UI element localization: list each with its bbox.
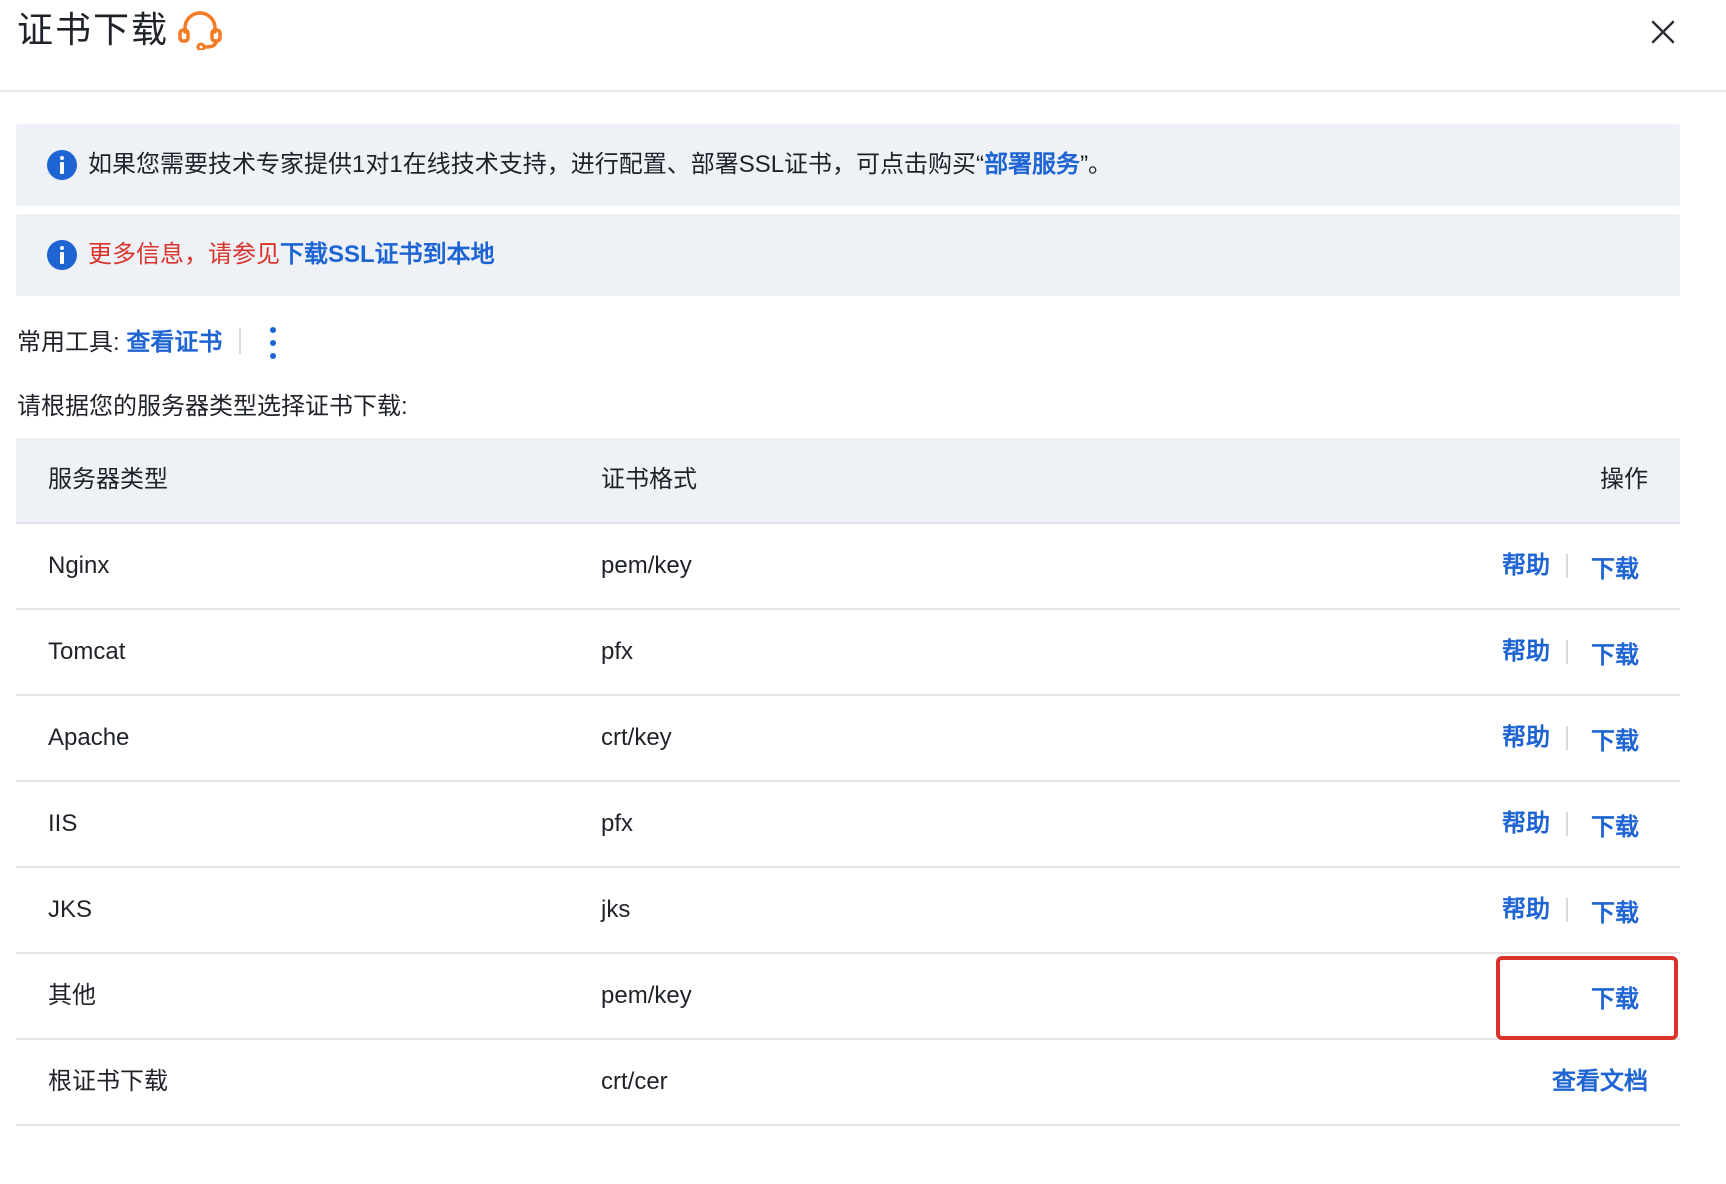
server-type: Tomcat bbox=[48, 638, 126, 665]
table-row: Apache crt/key 帮助 下载 bbox=[16, 696, 1680, 782]
cert-format: pfx bbox=[601, 638, 634, 665]
divider bbox=[1566, 640, 1568, 664]
deploy-service-link[interactable]: 部署服务 bbox=[984, 151, 1080, 178]
download-ssl-doc-link[interactable]: 下载SSL证书到本地 bbox=[280, 241, 495, 268]
notice-text-before: 如果您需要技术专家提供1对1在线技术支持，进行配置、部署SSL证书，可点击购买“ bbox=[88, 151, 985, 178]
server-type-table: 服务器类型 证书格式 操作 Nginx pem/key 帮助 下载 Tomcat… bbox=[16, 438, 1680, 1126]
server-type: 根证书下载 bbox=[48, 1068, 168, 1095]
info-icon bbox=[47, 240, 77, 270]
view-docs-link[interactable]: 查看文档 bbox=[1552, 1065, 1648, 1099]
help-link[interactable]: 帮助 bbox=[1502, 807, 1550, 841]
table-row: Nginx pem/key 帮助 下载 bbox=[16, 524, 1680, 610]
cert-format: jks bbox=[601, 896, 631, 923]
dialog-header: 证书下载 bbox=[0, 0, 1726, 92]
help-link[interactable]: 帮助 bbox=[1502, 549, 1550, 583]
download-button[interactable]: 下载 bbox=[1591, 553, 1639, 587]
highlight-box bbox=[1496, 956, 1678, 1040]
cert-format: pem/key bbox=[601, 982, 692, 1009]
server-type: Apache bbox=[48, 724, 130, 751]
table-row: 根证书下载 crt/cer 查看文档 bbox=[16, 1040, 1680, 1126]
help-link[interactable]: 帮助 bbox=[1502, 635, 1550, 669]
table-row: IIS pfx 帮助 下载 bbox=[16, 782, 1680, 868]
server-type: IIS bbox=[48, 810, 78, 837]
notice-text: 如果您需要技术专家提供1对1在线技术支持，进行配置、部署SSL证书，可点击购买“… bbox=[88, 148, 1112, 182]
server-type: JKS bbox=[48, 896, 93, 923]
divider bbox=[1566, 726, 1568, 750]
view-certificate-link[interactable]: 查看证书 bbox=[126, 329, 222, 356]
info-icon bbox=[47, 150, 77, 180]
more-vertical-icon[interactable] bbox=[264, 323, 282, 363]
close-icon[interactable] bbox=[1645, 14, 1681, 50]
cert-format: pfx bbox=[601, 810, 634, 837]
table-row: JKS jks 帮助 下载 bbox=[16, 868, 1680, 954]
common-tools: 常用工具: 查看证书 bbox=[17, 326, 222, 360]
table-row: Tomcat pfx 帮助 下载 bbox=[16, 610, 1680, 696]
divider bbox=[1566, 554, 1568, 578]
more-info-notice: 更多信息，请参见下载SSL证书到本地 bbox=[16, 214, 1680, 296]
download-button[interactable]: 下载 bbox=[1591, 897, 1639, 931]
download-button[interactable]: 下载 bbox=[1591, 811, 1639, 845]
help-link[interactable]: 帮助 bbox=[1502, 721, 1550, 755]
notice-text-after: ”。 bbox=[1080, 151, 1113, 178]
server-type: Nginx bbox=[48, 552, 110, 579]
instruction-text: 请根据您的服务器类型选择证书下载: bbox=[17, 393, 408, 420]
divider bbox=[239, 328, 241, 354]
cert-format: crt/key bbox=[601, 724, 672, 751]
cert-format: crt/cer bbox=[601, 1068, 668, 1095]
tools-label: 常用工具: bbox=[17, 329, 120, 356]
notice-text: 更多信息，请参见下载SSL证书到本地 bbox=[88, 238, 495, 272]
divider bbox=[1566, 812, 1568, 836]
deploy-service-notice: 如果您需要技术专家提供1对1在线技术支持，进行配置、部署SSL证书，可点击购买“… bbox=[16, 124, 1680, 206]
column-header-server: 服务器类型 bbox=[48, 466, 168, 493]
column-header-action: 操作 bbox=[1600, 466, 1648, 493]
dialog-title: 证书下载 bbox=[17, 9, 170, 50]
divider bbox=[1566, 898, 1568, 922]
help-link[interactable]: 帮助 bbox=[1502, 893, 1550, 927]
table-header: 服务器类型 证书格式 操作 bbox=[16, 438, 1680, 524]
server-type: 其他 bbox=[48, 982, 96, 1009]
table-row: 其他 pem/key 下载 bbox=[16, 954, 1680, 1040]
column-header-format: 证书格式 bbox=[601, 466, 697, 493]
download-button[interactable]: 下载 bbox=[1591, 725, 1639, 759]
download-button[interactable]: 下载 bbox=[1591, 639, 1639, 673]
headset-icon[interactable] bbox=[177, 10, 223, 50]
more-info-text: 更多信息，请参见 bbox=[88, 241, 280, 268]
cert-format: pem/key bbox=[601, 552, 692, 579]
